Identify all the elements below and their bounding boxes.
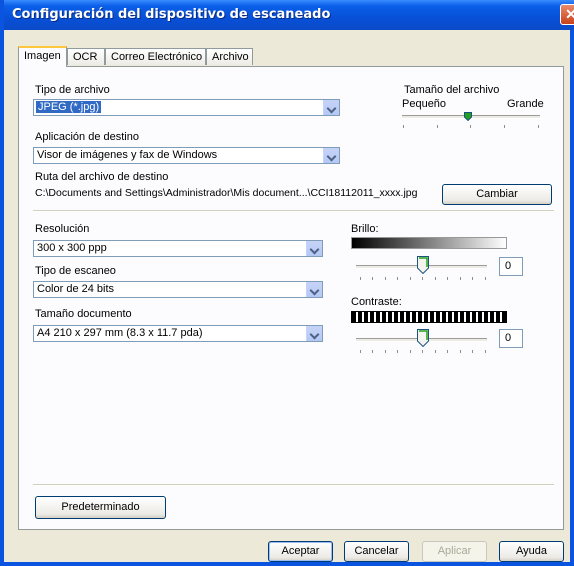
scan-type-label: Tipo de escaneo: [35, 265, 116, 277]
apply-button[interactable]: Aplicar: [422, 541, 487, 562]
scan-type-select[interactable]: Color de 24 bits: [33, 281, 323, 298]
doc-size-label: Tamaño documento: [35, 308, 132, 320]
divider: [33, 484, 554, 486]
brightness-value[interactable]: 0: [499, 257, 523, 276]
resolution-select[interactable]: 300 x 300 ppp: [33, 240, 323, 257]
target-app-label: Aplicación de destino: [35, 131, 139, 143]
help-button[interactable]: Ayuda: [499, 541, 564, 562]
scan-type-value: Color de 24 bits: [37, 283, 115, 295]
file-size-slider-thumb[interactable]: [464, 112, 472, 121]
contrast-pattern: [351, 311, 507, 323]
change-path-button[interactable]: Cambiar: [442, 184, 552, 205]
file-type-select[interactable]: JPEG (*.jpg): [33, 99, 340, 116]
tab-correo[interactable]: Correo Electrónico: [105, 48, 206, 65]
default-button[interactable]: Predeterminado: [35, 496, 166, 519]
brightness-slider-thumb[interactable]: [417, 256, 429, 274]
brightness-ticks: [360, 277, 486, 281]
target-app-value: Visor de imágenes y fax de Windows: [37, 149, 218, 161]
contrast-value[interactable]: 0: [499, 329, 523, 348]
contrast-slider-thumb[interactable]: [417, 329, 429, 347]
chevron-down-icon[interactable]: [306, 282, 322, 297]
chevron-down-icon[interactable]: [306, 326, 322, 341]
brightness-gradient: [351, 237, 507, 249]
target-path-label: Ruta del archivo de destino: [35, 171, 169, 183]
chevron-down-icon[interactable]: [323, 100, 339, 115]
file-size-ticks: [402, 125, 540, 129]
target-app-select[interactable]: Visor de imágenes y fax de Windows: [33, 147, 340, 164]
doc-size-select[interactable]: A4 210 x 297 mm (8.3 x 11.7 pda): [33, 325, 323, 342]
title-bar[interactable]: Configuración del dispositivo de escanea…: [4, 0, 574, 30]
file-size-max-label: Grande: [507, 98, 544, 110]
tab-archivo[interactable]: Archivo: [206, 48, 253, 65]
contrast-label: Contraste:: [351, 296, 402, 308]
ok-button[interactable]: Aceptar: [268, 541, 333, 562]
doc-size-value: A4 210 x 297 mm (8.3 x 11.7 pda): [37, 327, 203, 339]
file-size-label: Tamaño del archivo: [404, 84, 500, 96]
cancel-button[interactable]: Cancelar: [344, 541, 409, 562]
window-title: Configuración del dispositivo de escanea…: [12, 7, 331, 22]
divider: [33, 210, 554, 212]
contrast-ticks: [360, 350, 486, 354]
brightness-label: Brillo:: [351, 223, 379, 235]
tab-imagen[interactable]: Imagen: [18, 46, 67, 67]
file-type-label: Tipo de archivo: [35, 84, 110, 96]
resolution-label: Resolución: [35, 223, 90, 235]
chevron-down-icon[interactable]: [323, 148, 339, 163]
close-button[interactable]: ✕: [560, 4, 574, 25]
file-size-min-label: Pequeño: [402, 98, 447, 110]
file-type-value: JPEG (*.jpg): [34, 100, 103, 114]
target-path-value: C:\Documents and Settings\Administrador\…: [35, 187, 418, 199]
resolution-value: 300 x 300 ppp: [37, 242, 107, 254]
tab-ocr[interactable]: OCR: [67, 48, 105, 65]
chevron-down-icon[interactable]: [306, 241, 322, 256]
